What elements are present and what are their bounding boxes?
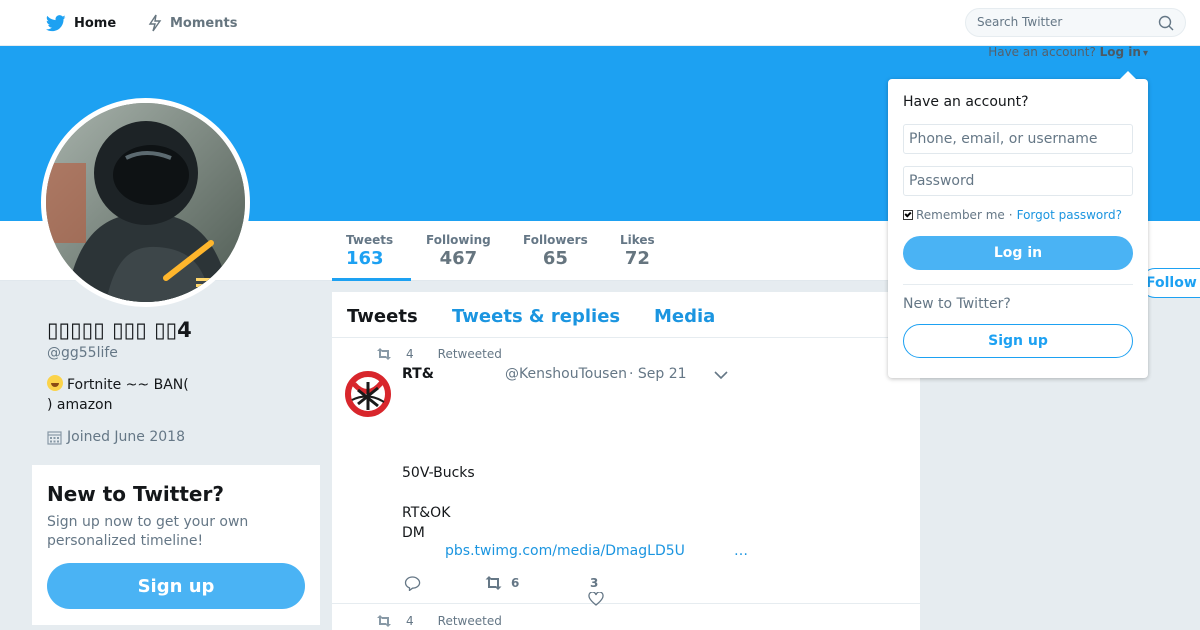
avatar[interactable] <box>41 98 250 307</box>
search-icon[interactable] <box>1158 15 1174 31</box>
like-button[interactable]: 3 <box>588 576 604 606</box>
stat-label: Following <box>426 233 491 247</box>
separator-dot: · <box>1008 208 1013 222</box>
login-dropdown-toggle[interactable]: Log in ▾ <box>1100 45 1148 59</box>
stat-value: 467 <box>439 248 478 269</box>
tweet-author-name[interactable]: RT& <box>402 366 434 382</box>
joined-text: Joined June 2018 <box>67 429 185 445</box>
divider <box>903 284 1133 285</box>
tweet-text-line: DM <box>402 525 425 541</box>
tweet-text-line: 50V-Bucks <box>402 465 475 481</box>
login-link-label: Log in <box>1099 45 1141 59</box>
signup-button[interactable]: Sign up <box>47 563 305 609</box>
profile-joined: Joined June 2018 <box>47 429 185 445</box>
top-nav: Home Moments <box>0 0 1200 46</box>
tweet-text: 50V-Bucks RT&OK DM <box>402 463 475 543</box>
retweet-icon <box>377 348 391 360</box>
bio-line: Fortnite ~~ BAN( <box>67 377 189 393</box>
reply-button[interactable] <box>404 576 421 591</box>
password-field[interactable] <box>903 166 1133 196</box>
caret-down-icon: ▾ <box>1142 48 1148 59</box>
retweeted-label: Retweeted <box>437 347 502 361</box>
stat-followers[interactable]: Followers 65 <box>523 221 588 281</box>
nav-moments[interactable]: Moments <box>148 0 237 46</box>
chevron-down-icon[interactable] <box>714 370 728 380</box>
remember-me-checkbox[interactable] <box>903 210 913 220</box>
stat-value: 163 <box>346 248 384 269</box>
stat-likes[interactable]: Likes 72 <box>620 221 655 281</box>
signup-card: New to Twitter? Sign up now to get your … <box>32 465 320 625</box>
new-to-twitter-label: New to Twitter? <box>903 296 1011 312</box>
grinning-face-icon <box>47 375 63 391</box>
dropdown-signup-button[interactable]: Sign up <box>903 324 1133 358</box>
nav-moments-label: Moments <box>170 15 238 31</box>
tweet-text-line <box>402 483 475 503</box>
signup-card-title: New to Twitter? <box>47 482 224 506</box>
timeline: Tweets Tweets & replies Media 4 Retweete… <box>332 292 920 630</box>
calendar-icon <box>47 430 62 445</box>
tweet-author-handle[interactable]: @KenshouTousen <box>505 366 627 382</box>
retweeted-label: Retweeted <box>437 614 502 628</box>
signup-card-text: Sign up now to get your own personalized… <box>47 514 249 549</box>
reply-icon <box>404 576 421 591</box>
retweet-context-count: 4 <box>406 614 414 628</box>
stat-label: Tweets <box>346 233 394 247</box>
stat-following[interactable]: Following 467 <box>426 221 491 281</box>
retweet-context-count: 4 <box>406 347 414 361</box>
username-field[interactable] <box>903 124 1133 154</box>
nav-home[interactable]: Home <box>46 0 116 46</box>
timeline-tabs: Tweets Tweets & replies Media <box>332 292 920 338</box>
search-box[interactable] <box>965 8 1186 37</box>
tweet-avatar-image <box>344 370 392 418</box>
remember-row: Remember me · Forgot password? <box>903 208 1122 222</box>
stat-value: 72 <box>624 248 650 269</box>
forgot-password-link[interactable]: Forgot password? <box>1017 208 1122 222</box>
tweet-link[interactable]: pbs.twimg.com/media/DmagLD5U <box>445 543 685 559</box>
remember-me-label: Remember me <box>916 208 1005 222</box>
search-input[interactable] <box>977 15 1147 29</box>
profile-handle: @gg55life <box>47 345 118 361</box>
tweet-avatar[interactable] <box>344 370 392 418</box>
tweet-date[interactable]: · Sep 21 <box>629 366 687 382</box>
lightning-icon <box>148 14 162 32</box>
retweet-icon <box>485 576 502 590</box>
stat-value: 65 <box>542 248 568 269</box>
tab-tweets-replies[interactable]: Tweets & replies <box>452 306 620 327</box>
twitter-bird-icon <box>46 14 66 31</box>
tweet[interactable]: 4 Retweeted RT& @KenshouTousen · Sep 21 … <box>332 338 920 606</box>
retweet-count: 6 <box>511 576 520 590</box>
retweet-context: 4 Retweeted <box>376 347 502 361</box>
like-count: 3 <box>590 576 599 590</box>
login-title: Have an account? <box>903 94 1029 110</box>
retweet-context: 4 Retweeted <box>376 614 502 628</box>
heart-icon <box>588 592 604 606</box>
bio-line: ) amazon <box>47 397 113 413</box>
login-button[interactable]: Log in <box>903 236 1133 270</box>
profile-bio: Fortnite ~~ BAN( ) amazon <box>47 375 287 415</box>
tweet-link-ellipsis[interactable]: … <box>734 543 748 559</box>
retweet-button[interactable]: 6 <box>484 576 519 590</box>
tweet-text-line: RT&OK <box>402 505 451 521</box>
tweet[interactable]: 4 Retweeted <box>332 605 920 630</box>
tab-tweets[interactable]: Tweets <box>347 306 418 327</box>
stat-tweets[interactable]: Tweets 163 <box>332 221 411 281</box>
tab-media[interactable]: Media <box>654 306 715 327</box>
nav-home-label: Home <box>74 15 117 31</box>
stat-label: Likes <box>620 233 655 247</box>
follow-button[interactable]: Follow <box>1140 268 1200 298</box>
profile-name: ▯▯▯▯▯ ▯▯▯ ▯▯4 <box>47 318 192 342</box>
stat-label: Followers <box>523 233 588 247</box>
login-dropdown: Have an account? Remember me · Forgot pa… <box>888 71 1148 378</box>
avatar-image <box>46 103 245 302</box>
account-prompt: Have an account? Log in ▾ <box>988 45 1148 59</box>
account-prompt-text: Have an account? <box>988 45 1096 59</box>
retweet-icon <box>377 615 391 627</box>
